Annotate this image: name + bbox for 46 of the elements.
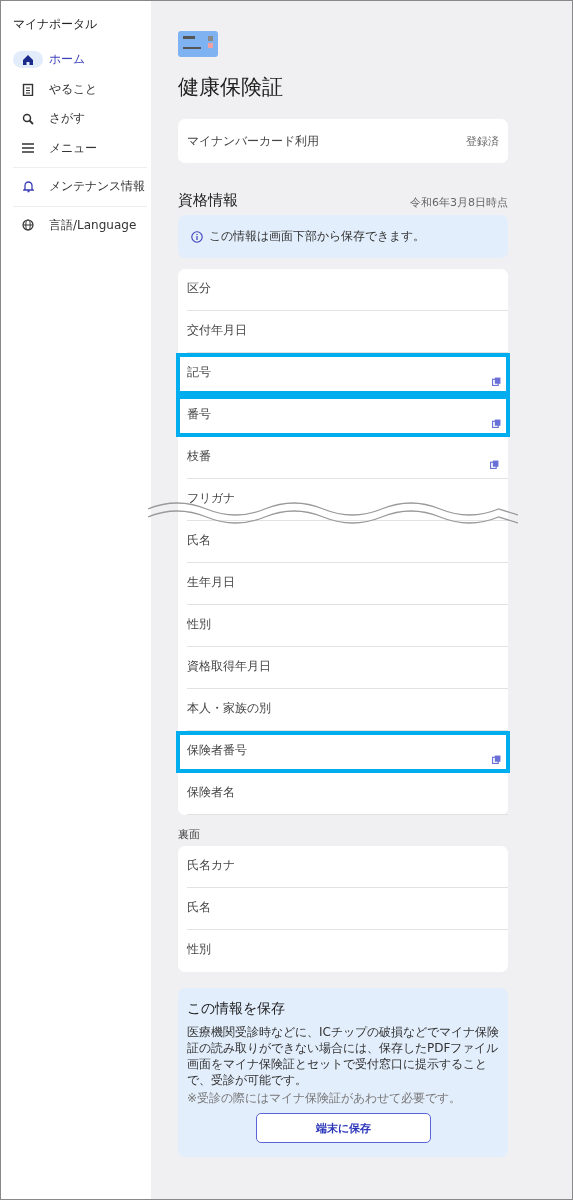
field-label: 本人・家族の別 <box>187 701 271 715</box>
card-icon <box>178 31 218 57</box>
save-description: 医療機関受診時などに、ICチップの破損などでマイナ保険証の読み取りができない場合には、保存したPDFファイル画面をマイナ保険証とセットで受付窓口に提示することで、受診が可能です。 <box>187 1024 499 1088</box>
search-icon <box>22 112 34 125</box>
home-icon <box>22 53 34 66</box>
sidebar-item[interactable]: メニュー <box>13 133 147 163</box>
sidebar-item[interactable]: ホーム <box>13 45 147 75</box>
save-title: この情報を保存 <box>187 1000 286 1018</box>
sidebar-item[interactable]: 言語/Language <box>13 210 147 240</box>
clipboard-icon <box>22 82 34 96</box>
section-title: 資格情報 <box>178 191 238 210</box>
field-label: 性別 <box>187 942 211 956</box>
sidebar-item[interactable]: やること <box>13 74 147 104</box>
bell-icon <box>22 180 34 194</box>
app-title: マイナポータル <box>13 16 98 33</box>
copy-icon[interactable] <box>490 460 499 469</box>
field-label: 氏名カナ <box>187 858 235 872</box>
usage-status: 登録済 <box>466 133 499 149</box>
field-label: 氏名 <box>187 900 211 914</box>
info-text: この情報は画面下部から保存できます。 <box>209 228 425 245</box>
field-label: 資格取得年月日 <box>187 659 271 673</box>
as-of-date: 令和6年3月8日時点 <box>410 195 508 210</box>
save-note: ※受診の際にはマイナ保険証があわせて必要です。 <box>187 1090 463 1107</box>
field-label: 交付年月日 <box>187 323 247 337</box>
usage-label: マイナンバーカード利用 <box>187 132 319 150</box>
field-label: 保険者番号 <box>187 743 247 757</box>
globe-icon <box>22 219 34 232</box>
back-side-label: 裏面 <box>178 827 201 842</box>
copy-icon[interactable] <box>492 419 501 428</box>
field-label: 記号 <box>187 365 211 379</box>
field-label: 性別 <box>187 617 211 631</box>
field-label: 保険者名 <box>187 785 235 799</box>
field-label: 区分 <box>187 281 211 295</box>
field-label: 氏名 <box>187 533 211 547</box>
copy-icon[interactable] <box>492 377 501 386</box>
sidebar-item[interactable]: さがす <box>13 104 147 134</box>
save-button[interactable]: 端末に保存 <box>255 1113 431 1143</box>
menu-icon <box>22 143 34 154</box>
sidebar-item[interactable]: メンテナンス情報 <box>13 172 147 202</box>
page-title: 健康保険証 <box>178 74 284 101</box>
field-label: 生年月日 <box>187 575 235 589</box>
field-label: 番号 <box>187 407 211 421</box>
field-label: フリガナ <box>187 491 235 505</box>
field-label: 枝番 <box>187 449 211 463</box>
info-icon <box>191 230 203 243</box>
copy-icon[interactable] <box>492 755 501 764</box>
